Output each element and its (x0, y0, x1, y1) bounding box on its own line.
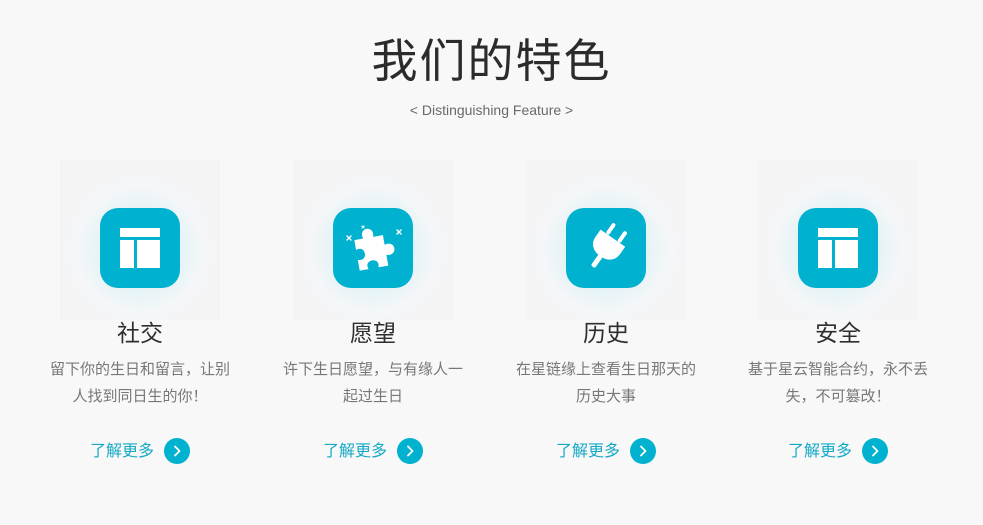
learn-more-label: 了解更多 (787, 441, 852, 460)
chevron-right-icon (630, 438, 656, 464)
feature-description: 在星链缘上查看生日那天的历史大事 (515, 360, 696, 405)
chevron-right-icon (164, 438, 190, 464)
feature-description: 留下你的生日和留言，让别人找到同日生的你！ (49, 360, 230, 405)
feature-card-security: 安全 基于星云智能合约，永不丢失，不可篡改！ 了解更多 (722, 160, 954, 480)
section-subtitle: < Distinguishing Feature > (409, 102, 574, 118)
learn-more-link-social[interactable]: 了解更多 (24, 437, 256, 465)
feature-card-wish: 愿望 许下生日愿望，与有缘人一起过生日 了解更多 (257, 160, 489, 480)
icon-glow (60, 160, 220, 320)
feature-title: 历史 (583, 321, 629, 347)
feature-card-history: 历史 在星链缘上查看生日那天的历史大事 了解更多 (490, 160, 722, 480)
feature-description: 许下生日愿望，与有缘人一起过生日 (282, 360, 463, 405)
feature-card-social: 社交 留下你的生日和留言，让别人找到同日生的你！ 了解更多 (24, 160, 256, 480)
feature-title: 社交 (117, 321, 163, 347)
section-title: 我们的特色 (371, 34, 612, 88)
plug-icon (566, 208, 646, 288)
feature-title: 安全 (815, 321, 861, 347)
icon-glow (293, 160, 453, 320)
learn-more-label: 了解更多 (555, 441, 620, 460)
chevron-right-icon (862, 438, 888, 464)
icon-glow (758, 160, 918, 320)
learn-more-link-history[interactable]: 了解更多 (490, 437, 722, 465)
icon-glow (526, 160, 686, 320)
learn-more-link-wish[interactable]: 了解更多 (257, 437, 489, 465)
learn-more-link-security[interactable]: 了解更多 (722, 437, 954, 465)
feature-title: 愿望 (350, 321, 396, 347)
puzzle-icon (333, 208, 413, 288)
layout-icon (798, 208, 878, 288)
features-section: 我们的特色 < Distinguishing Feature > 社交 留下你的… (0, 0, 983, 525)
layout-icon (100, 208, 180, 288)
learn-more-label: 了解更多 (322, 441, 387, 460)
chevron-right-icon (397, 438, 423, 464)
feature-description: 基于星云智能合约，永不丢失，不可篡改！ (747, 360, 928, 405)
learn-more-label: 了解更多 (89, 441, 154, 460)
